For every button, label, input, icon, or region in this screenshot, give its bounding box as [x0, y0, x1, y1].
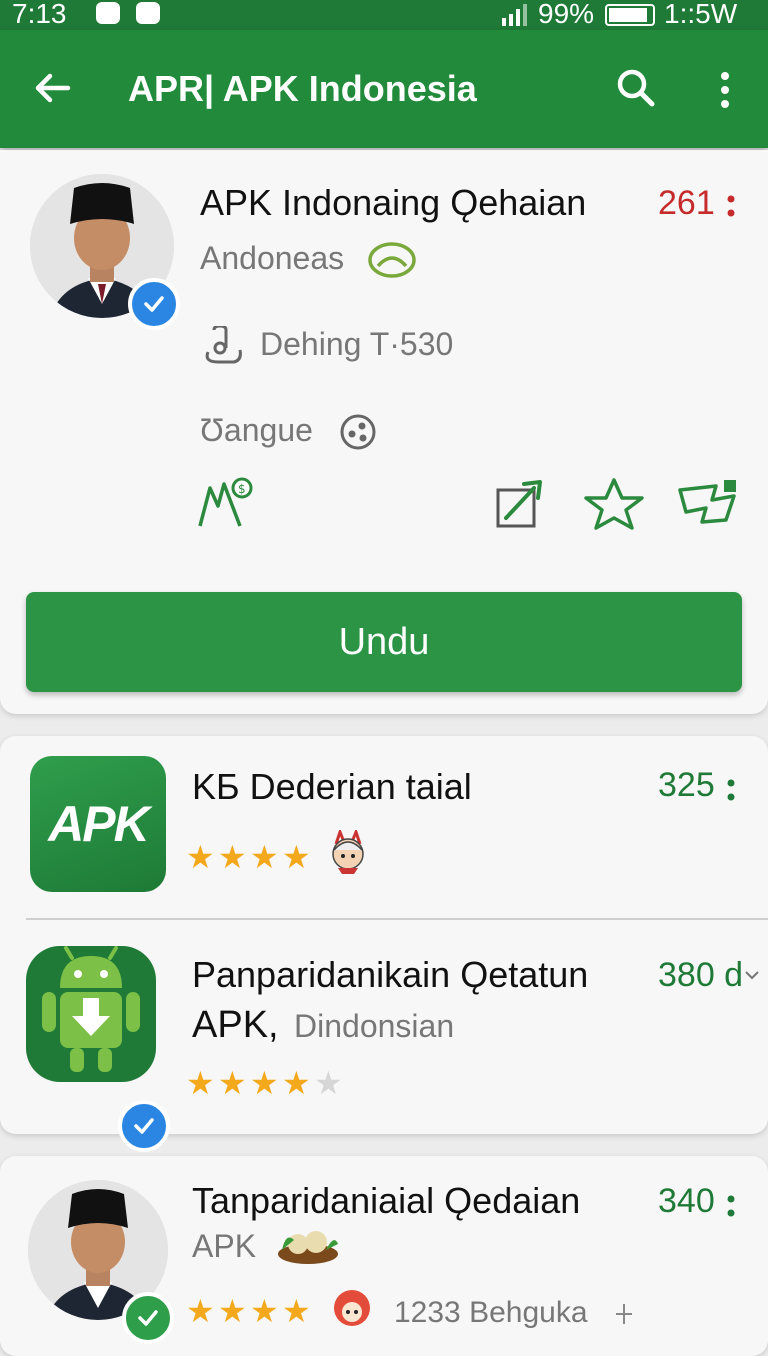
- battery-icon: [605, 4, 655, 26]
- star-icon: ★: [250, 839, 279, 875]
- review-count: 1233 Behguka: [394, 1296, 588, 1329]
- app-list-card[interactable]: Tanparidaniaial Ǫedaian APK 340 ★ ★ ★ ★ 123…: [0, 1156, 768, 1356]
- payment-icon[interactable]: $: [196, 476, 256, 535]
- download-count: 380 d: [658, 956, 744, 994]
- flag-icon[interactable]: [676, 476, 740, 535]
- app-subtitle-bold: APK,: [192, 1004, 279, 1046]
- app-subtitle: APK: [192, 1228, 257, 1264]
- apk-app-icon: APK: [30, 756, 166, 892]
- status-time: 7:13: [12, 0, 67, 29]
- app-title: Tanparidaniaial Ǫedaian: [192, 1180, 581, 1221]
- language-label: Ʊangue: [200, 412, 313, 448]
- star-icon: ★: [282, 839, 311, 875]
- star-icon: ★: [250, 1293, 279, 1329]
- more-vert-icon[interactable]: [718, 70, 732, 115]
- add-icon[interactable]: [614, 1302, 634, 1331]
- star-icon: ★: [282, 1065, 311, 1101]
- search-icon[interactable]: [614, 66, 658, 115]
- app-subtitle: Dindonsian: [294, 1008, 455, 1044]
- sticker-icon: [330, 1286, 374, 1335]
- verified-badge-icon: [122, 1292, 174, 1344]
- star-icon: ★: [186, 1293, 215, 1329]
- more-options-icon[interactable]: [726, 1194, 736, 1223]
- app-title: Panparidanikain Ǫetatun: [192, 954, 589, 995]
- star-icon: ★: [282, 1293, 311, 1329]
- android-download-icon: [26, 946, 156, 1082]
- download-button[interactable]: Undu: [26, 592, 742, 692]
- rating-stars: ★ ★ ★ ★: [186, 1292, 314, 1330]
- star-icon: ★: [218, 1065, 247, 1101]
- more-options-icon[interactable]: [726, 194, 736, 223]
- favorite-star-icon[interactable]: [582, 476, 646, 535]
- verified-badge-icon: [118, 1100, 170, 1152]
- app-title: KБ Dederian taial: [192, 766, 472, 807]
- chevron-down-icon[interactable]: [744, 968, 760, 986]
- notification-icon: [96, 2, 120, 24]
- region-icon: [366, 240, 418, 285]
- app-bar: APR| APK Indonesia: [0, 30, 768, 148]
- status-bar: 7:13 99% 1::5W: [0, 0, 768, 30]
- star-icon: ★: [218, 839, 247, 875]
- signal-icon: [500, 2, 530, 31]
- more-options-icon[interactable]: [726, 778, 736, 807]
- share-icon[interactable]: [494, 476, 546, 535]
- star-icon: ★: [186, 1065, 215, 1101]
- status-clock: 1::5W: [664, 0, 738, 29]
- star-empty-icon: ★: [314, 1065, 343, 1101]
- device-label: Dehing T·530: [260, 326, 454, 362]
- device-icon: [200, 324, 244, 371]
- food-icon: [276, 1220, 340, 1271]
- list-item[interactable]: APK KБ Dederian taial 325 ★ ★ ★ ★: [0, 736, 768, 918]
- page-title: APR| APK Indonesia: [128, 68, 477, 109]
- download-count: 261: [658, 184, 715, 222]
- star-icon: ★: [250, 1065, 279, 1101]
- sticker-icon: [330, 827, 366, 879]
- star-icon: ★: [186, 839, 215, 875]
- svg-text:$: $: [238, 482, 246, 496]
- download-count: 325: [658, 766, 715, 804]
- rating-stars: ★ ★ ★ ★ ★: [186, 1064, 346, 1102]
- language-icon: [338, 412, 378, 457]
- verified-badge-icon: [128, 278, 180, 330]
- app-title: APK Indonaing Ǫehaian: [200, 182, 587, 223]
- app-region: Andoneas: [200, 240, 345, 276]
- list-item[interactable]: Panparidanikain Ǫetatun APK, Dindonsian …: [0, 920, 768, 1152]
- rating-stars: ★ ★ ★ ★: [186, 838, 314, 876]
- apk-logo-text: APK: [48, 796, 150, 852]
- battery-percent: 99%: [538, 0, 595, 29]
- star-icon: ★: [218, 1293, 247, 1329]
- back-arrow-icon[interactable]: [32, 68, 72, 113]
- download-count: 340: [658, 1182, 715, 1220]
- notification-icon: [136, 2, 160, 24]
- app-list-card: APK KБ Dederian taial 325 ★ ★ ★ ★ Panpar…: [0, 736, 768, 1152]
